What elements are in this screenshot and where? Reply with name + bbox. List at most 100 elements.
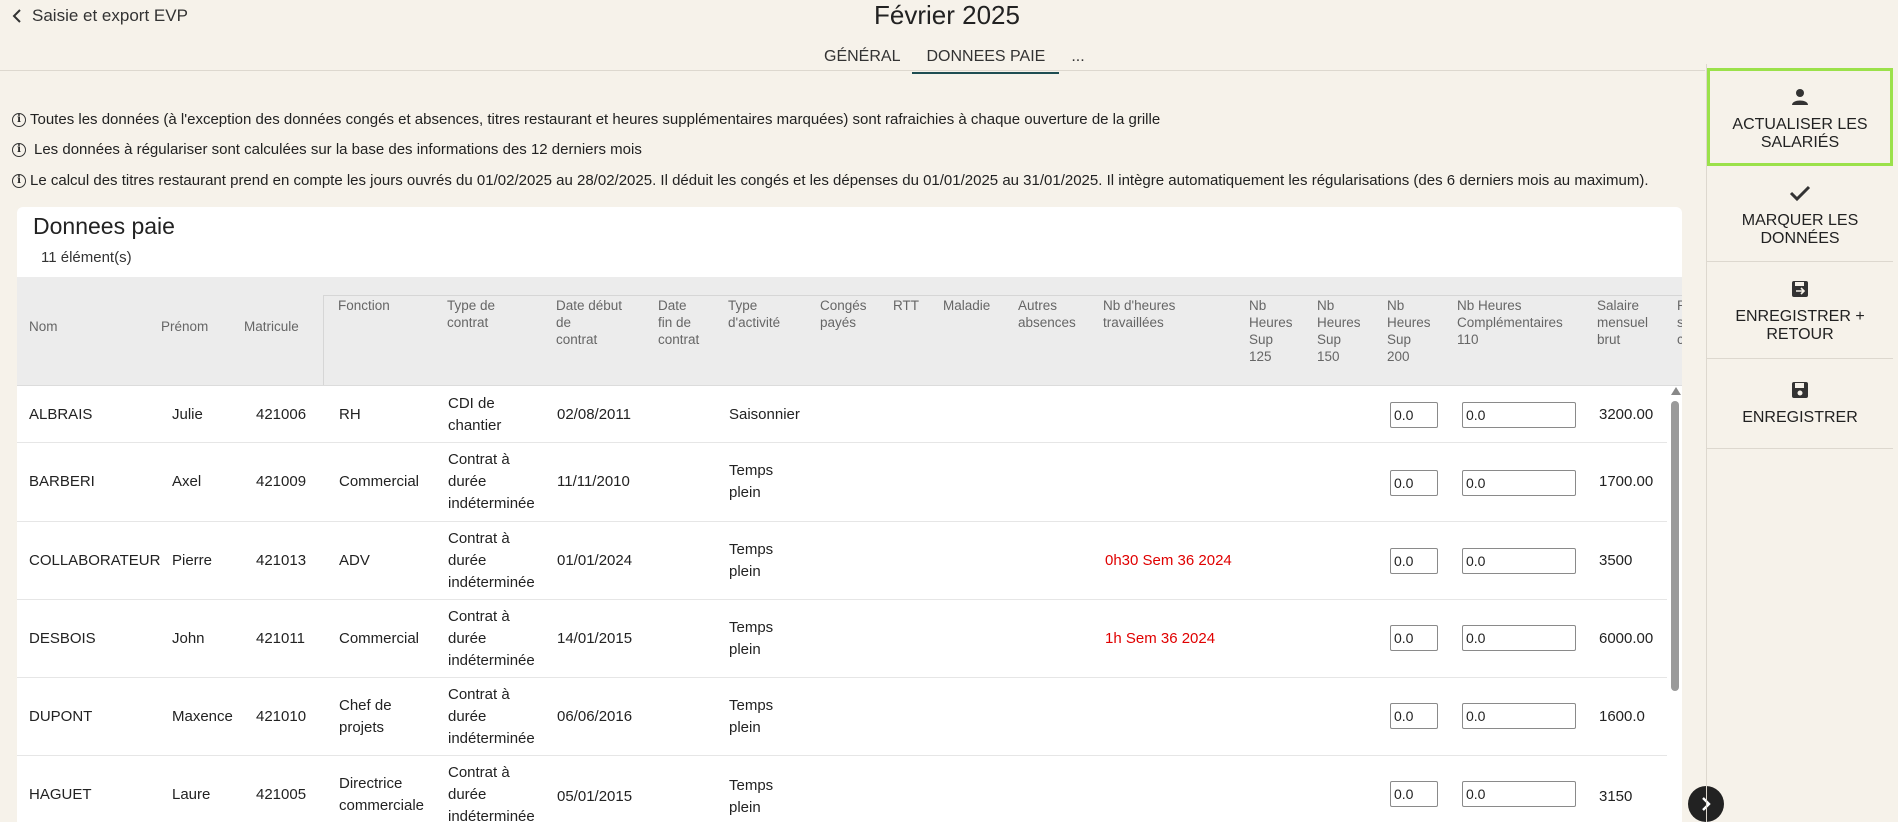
enregistrer-button[interactable]: ENREGISTRER	[1707, 359, 1893, 449]
cell-type-activite: Temps plein	[729, 462, 774, 501]
scroll-thumb[interactable]	[1671, 401, 1679, 691]
cell-fonction: Commercial	[339, 473, 420, 490]
header-group-line	[323, 295, 1682, 296]
cell-fonction: Directrice commerciale	[339, 775, 425, 814]
info-line: i Les données à régulariser sont calculé…	[12, 141, 642, 158]
enregistrer-label: ENREGISTRER	[1742, 409, 1858, 426]
cell-salaire: 1600.0	[1599, 708, 1645, 725]
col-header-type-contrat[interactable]: Type de contrat	[447, 297, 495, 331]
comp-110-input[interactable]	[1462, 625, 1576, 651]
col-header-salaire[interactable]: Salaire mensuel brut	[1597, 297, 1648, 348]
col-header-date-fin[interactable]: Date fin de contrat	[658, 297, 699, 348]
table-row[interactable]: BARBERI Axel 421009 Commercial Contrat à…	[17, 443, 1667, 522]
cell-fonction: ADV	[339, 552, 370, 569]
col-header-prenom[interactable]: Prénom	[161, 318, 208, 335]
cell-heures-travaillees: 0h30 Sem 36 2024	[1105, 552, 1232, 569]
cell-fonction: Commercial	[339, 630, 420, 647]
cell-prenom: Pierre	[172, 552, 213, 569]
col-header-sup-125[interactable]: Nb Heures Sup 125	[1249, 297, 1293, 365]
sup-200-input[interactable]	[1390, 703, 1438, 729]
cell-prenom: Julie	[172, 406, 203, 423]
scroll-up-arrow-icon[interactable]	[1671, 387, 1681, 395]
table-row[interactable]: ALBRAIS Julie 421006 RH CDI de chantier 0…	[17, 387, 1667, 443]
cell-nom: DUPONT	[29, 708, 93, 725]
table-scrollbar[interactable]	[1669, 387, 1682, 822]
cell-type-activite: Temps plein	[729, 697, 774, 736]
cell-salaire: 3200.00	[1599, 406, 1654, 423]
table-row[interactable]: COLLABORATEUR Pierre 421013 ADV Contrat …	[17, 522, 1667, 600]
cell-prenom: Maxence	[172, 708, 233, 725]
comp-110-input[interactable]	[1462, 402, 1576, 428]
info-icon: i	[12, 112, 26, 127]
header-separator	[323, 295, 324, 385]
col-header-complementaires-110[interactable]: Nb Heures Complémentaires 110	[1457, 297, 1563, 348]
col-header-date-debut[interactable]: Date début de contrat	[556, 297, 622, 348]
sup-200-input[interactable]	[1390, 625, 1438, 651]
col-header-fonction[interactable]: Fonction	[338, 297, 390, 314]
cell-type-contrat: Contrat à durée indéterminée	[448, 608, 535, 669]
cell-matricule: 421005	[256, 786, 307, 803]
payroll-data-card: Donnees paie 11 élément(s) Nom Prénom Ma…	[17, 207, 1682, 822]
check-icon	[1789, 185, 1811, 202]
sup-200-input[interactable]	[1390, 781, 1438, 807]
table-row[interactable]: DUPONT Maxence 421010 Chef de projets Con…	[17, 678, 1667, 756]
table-row[interactable]: DESBOIS John 421011 Commercial Contrat à…	[17, 600, 1667, 678]
table-header: Nom Prénom Matricule Fonction Type de con…	[17, 277, 1682, 386]
cell-date-debut: 01/01/2024	[557, 552, 633, 569]
info-text: Toutes les données (à l'exception des do…	[30, 111, 1161, 128]
actualiser-salaries-label: ACTUALISER LES SALARIÉS	[1732, 116, 1868, 151]
cell-salaire: 3500	[1599, 552, 1633, 569]
person-icon	[1792, 89, 1808, 105]
save-icon	[1792, 382, 1808, 398]
cell-matricule: 421010	[256, 708, 307, 725]
cell-heures-travaillees: 1h Sem 36 2024	[1105, 630, 1216, 647]
col-header-matricule[interactable]: Matricule	[244, 318, 299, 335]
table-row[interactable]: HAGUET Laure 421005 Directrice commercial…	[17, 756, 1667, 822]
cell-matricule: 421013	[256, 552, 307, 569]
enregistrer-retour-button[interactable]: ENREGISTRER + RETOUR	[1707, 262, 1893, 359]
cell-prenom: Axel	[172, 473, 202, 490]
cell-matricule: 421009	[256, 473, 307, 490]
col-header-type-activite[interactable]: Type d'activité	[728, 297, 780, 331]
cell-fonction: RH	[339, 406, 361, 423]
cell-salaire: 3150	[1599, 788, 1633, 805]
col-header-heures-travaillees[interactable]: Nb d'heures travaillées	[1103, 297, 1175, 331]
comp-110-input[interactable]	[1462, 703, 1576, 729]
col-header-maladie[interactable]: Maladie	[943, 297, 990, 314]
cell-nom: BARBERI	[29, 473, 95, 490]
col-header-conges-payes[interactable]: Congés payés	[820, 297, 867, 331]
sup-200-input[interactable]	[1390, 402, 1438, 428]
table-title: Donnees paie	[33, 213, 175, 239]
cell-type-activite: Temps plein	[729, 619, 774, 658]
info-text: Les données à régulariser sont calculées…	[34, 141, 642, 158]
save-return-icon	[1792, 281, 1808, 297]
col-header-nom[interactable]: Nom	[29, 318, 58, 335]
sup-200-input[interactable]	[1390, 470, 1438, 496]
comp-110-input[interactable]	[1462, 781, 1576, 807]
sup-200-input[interactable]	[1390, 548, 1438, 574]
col-header-sup-200[interactable]: Nb Heures Sup 200	[1387, 297, 1431, 365]
cell-salaire: 6000.00	[1599, 630, 1654, 647]
comp-110-input[interactable]	[1462, 548, 1576, 574]
cell-date-debut: 14/01/2015	[557, 630, 633, 647]
col-header-truncated[interactable]: Psc	[1677, 297, 1682, 348]
cell-type-contrat: Contrat à durée indéterminée	[448, 530, 535, 591]
cell-salaire: 1700.00	[1599, 473, 1654, 490]
marquer-donnees-button[interactable]: MARQUER LES DONNÉES	[1707, 166, 1893, 262]
info-icon: i	[12, 142, 26, 157]
info-line: i Le calcul des titres restaurant prend …	[12, 172, 1648, 189]
header-divider	[0, 70, 1705, 71]
cell-type-contrat: Contrat à durée indéterminée	[448, 451, 535, 512]
cell-type-contrat: Contrat à durée indéterminée	[448, 764, 535, 822]
col-header-sup-150[interactable]: Nb Heures Sup 150	[1317, 297, 1361, 365]
cell-date-debut: 02/08/2011	[557, 406, 631, 423]
cell-nom: HAGUET	[29, 786, 92, 803]
actualiser-salaries-button[interactable]: ACTUALISER LES SALARIÉS	[1707, 68, 1893, 166]
comp-110-input[interactable]	[1462, 470, 1576, 496]
col-header-rtt[interactable]: RTT	[893, 297, 919, 314]
col-header-autres-absences[interactable]: Autres absences	[1018, 297, 1076, 331]
enregistrer-retour-label: ENREGISTRER + RETOUR	[1735, 308, 1865, 343]
info-icon: i	[12, 173, 26, 188]
cell-prenom: John	[172, 630, 205, 647]
cell-date-debut: 05/01/2015	[557, 788, 633, 805]
